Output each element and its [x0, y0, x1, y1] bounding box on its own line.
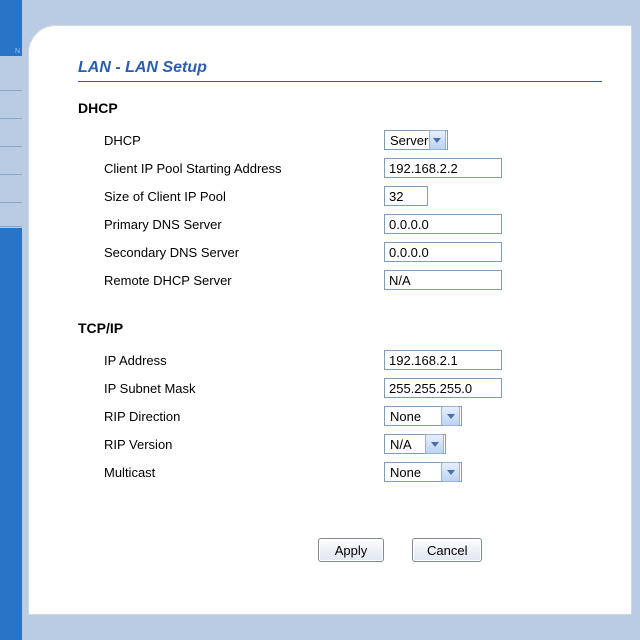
multicast-label: Multicast [78, 465, 384, 480]
section-heading-dhcp: DHCP [78, 100, 632, 116]
rip-direction-select[interactable]: None [384, 406, 462, 426]
subnet-mask-label: IP Subnet Mask [78, 381, 384, 396]
remote-dhcp-label: Remote DHCP Server [78, 273, 384, 288]
sidebar-active-block [0, 228, 22, 640]
left-sidebar: N [0, 0, 22, 640]
chevron-down-icon [429, 130, 446, 150]
primary-dns-label: Primary DNS Server [78, 217, 384, 232]
sidebar-logo-fragment: N [0, 0, 22, 56]
page-title: LAN - LAN Setup [78, 59, 632, 77]
secondary-dns-input[interactable] [384, 242, 502, 262]
section-heading-tcpip: TCP/IP [78, 320, 632, 336]
apply-button[interactable]: Apply [318, 538, 384, 562]
rip-version-select[interactable]: N/A [384, 434, 446, 454]
primary-dns-input[interactable] [384, 214, 502, 234]
remote-dhcp-input[interactable] [384, 270, 502, 290]
rip-version-label: RIP Version [78, 437, 384, 452]
dhcp-mode-value: Server [385, 133, 429, 148]
main-panel: LAN - LAN Setup DHCP DHCP Server Client … [28, 25, 632, 615]
multicast-value: None [385, 465, 441, 480]
chevron-down-icon [441, 406, 460, 426]
pool-size-input[interactable] [384, 186, 428, 206]
pool-size-label: Size of Client IP Pool [78, 189, 384, 204]
dhcp-mode-label: DHCP [78, 133, 384, 148]
chevron-down-icon [425, 434, 444, 454]
secondary-dns-label: Secondary DNS Server [78, 245, 384, 260]
title-rule [78, 81, 602, 82]
dhcp-mode-select[interactable]: Server [384, 130, 448, 150]
rip-direction-label: RIP Direction [78, 409, 384, 424]
pool-start-input[interactable] [384, 158, 502, 178]
cancel-button[interactable]: Cancel [412, 538, 482, 562]
ip-address-input[interactable] [384, 350, 502, 370]
rip-direction-value: None [385, 409, 441, 424]
chevron-down-icon [441, 462, 460, 482]
multicast-select[interactable]: None [384, 462, 462, 482]
pool-start-label: Client IP Pool Starting Address [78, 161, 384, 176]
subnet-mask-input[interactable] [384, 378, 502, 398]
rip-version-value: N/A [385, 437, 425, 452]
ip-address-label: IP Address [78, 353, 384, 368]
